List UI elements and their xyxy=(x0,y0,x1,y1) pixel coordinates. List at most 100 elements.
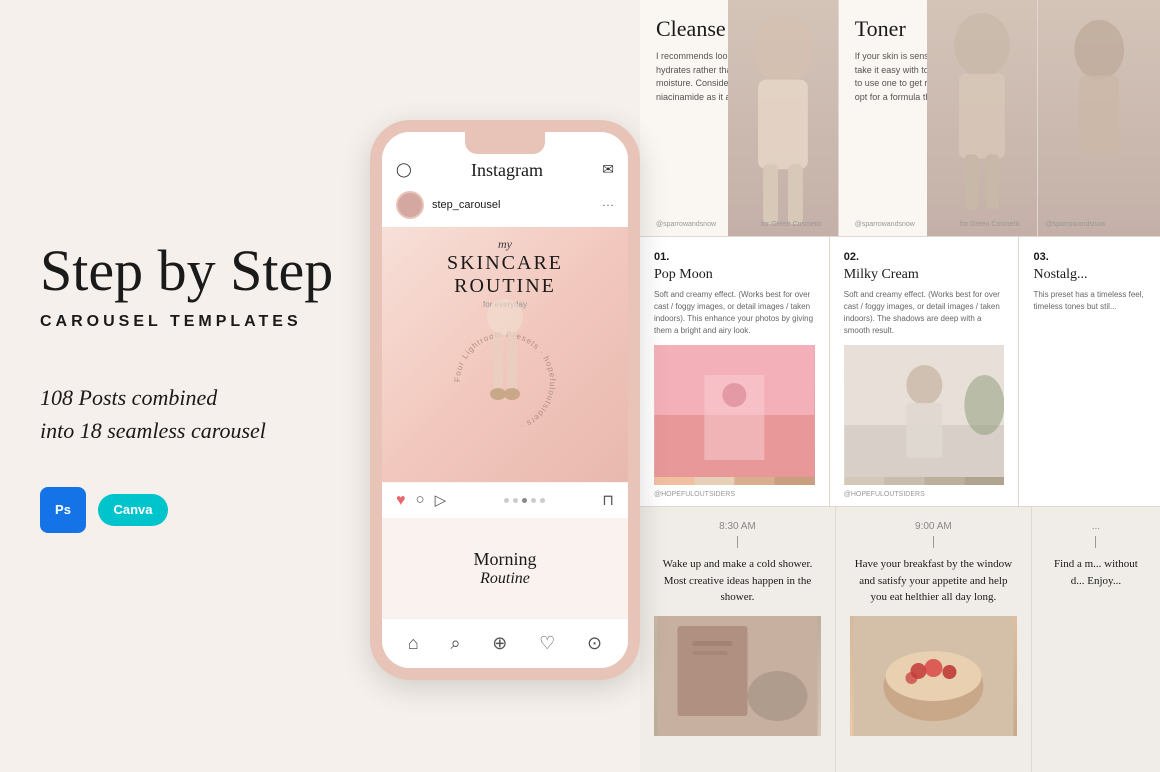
skincare-main: SKINCARE xyxy=(382,252,628,275)
right-panels: Cleanse I recommends looking for a clean… xyxy=(640,0,1160,772)
pink-room-svg xyxy=(654,345,815,485)
phone-notch xyxy=(465,132,545,154)
person-shape-3 xyxy=(1038,0,1160,236)
pink-room-bg xyxy=(654,345,815,485)
posts-info: 108 Posts combined into 18 seamless caro… xyxy=(40,381,360,447)
share-icon[interactable]: ▷ xyxy=(435,491,447,510)
presets-row: 01. Pop Moon Soft and creamy effect. (Wo… xyxy=(640,237,1160,507)
profile-options-icon[interactable]: ··· xyxy=(602,198,614,213)
toner-card: Toner If your skin is sensitive, I think… xyxy=(839,0,1038,236)
bookmark-icon[interactable]: ⊓ xyxy=(602,491,614,510)
pop-moon-card: 01. Pop Moon Soft and creamy effect. (Wo… xyxy=(640,237,830,506)
phone-inner: ◯ Instagram ✉ step_carousel ··· my SKINC… xyxy=(382,132,628,668)
profile-icon[interactable]: ⊙ xyxy=(587,633,602,654)
search-icon[interactable]: ⌕ xyxy=(450,633,460,654)
white-room-svg xyxy=(844,345,1005,485)
profile-name: step_carousel xyxy=(432,199,501,211)
phone-nav: ⌂ ⌕ ⊕ ♡ ⊙ xyxy=(382,618,628,668)
morning-text-830: Wake up and make a cold shower. Most cre… xyxy=(654,556,821,606)
time-divider-1 xyxy=(737,536,738,548)
home-icon[interactable]: ⌂ xyxy=(408,633,419,654)
left-panel: Step by Step CAROUSEL TEMPLATES 108 Post… xyxy=(0,0,390,772)
preset-3-title: Nostalg... xyxy=(1033,267,1146,283)
book-bg xyxy=(654,616,821,736)
phone-actions: ♥ ○ ▷ ⊓ xyxy=(382,482,628,518)
time-830: 8:30 AM xyxy=(654,521,821,532)
illustration xyxy=(455,297,555,422)
carousel-subtitle: CAROUSEL TEMPLATES xyxy=(40,313,360,331)
cleanse-footer: @sparrowandsnow for Green Cosmetic xyxy=(656,221,822,228)
canva-badge: Canva xyxy=(98,494,168,526)
breakfast-bg xyxy=(850,616,1017,736)
skincare-routine: ROUTINE xyxy=(382,275,628,298)
comment-icon[interactable]: ○ xyxy=(416,492,425,509)
dot-3 xyxy=(522,498,527,503)
instagram-logo: Instagram xyxy=(471,160,543,181)
white-room-bg xyxy=(844,345,1005,485)
dot-1 xyxy=(504,498,509,503)
breakfast-svg xyxy=(850,616,1017,736)
morning-image-830 xyxy=(654,616,821,736)
nostalgia-card: 03. Nostalg... This preset has a timeles… xyxy=(1019,237,1160,506)
time-900: 9:00 AM xyxy=(850,521,1017,532)
action-left: ♥ ○ ▷ xyxy=(396,491,446,510)
preset-2-title: Milky Cream xyxy=(844,267,1005,283)
cleanse-image xyxy=(728,0,838,236)
add-icon[interactable]: ⊕ xyxy=(492,633,507,654)
toner-image xyxy=(927,0,1037,236)
cleanse-footer-right: for Green Cosmetic xyxy=(761,221,822,228)
instagram-send-icon: ✉ xyxy=(602,162,614,179)
preset-1-text: Soft and creamy effect. (Works best for … xyxy=(654,289,815,337)
profile-avatar xyxy=(396,191,424,219)
posts-line1: 108 Posts combined xyxy=(40,385,217,410)
person-svg-1 xyxy=(728,0,838,236)
preset-3-number: 03. xyxy=(1033,251,1146,263)
dot-5 xyxy=(540,498,545,503)
cleanse-card: Cleanse I recommends looking for a clean… xyxy=(640,0,839,236)
preset-3-text: This preset has a timeless feel, timeles… xyxy=(1033,289,1146,313)
preset-2-text: Soft and creamy effect. (Works best for … xyxy=(844,289,1005,337)
book-svg xyxy=(654,616,821,736)
third-skincare-card: @sparrowandsnow xyxy=(1038,0,1160,236)
preset-1-number: 01. xyxy=(654,251,815,263)
morning-900-card: 9:00 AM Have your breakfast by the windo… xyxy=(836,507,1032,772)
preset-2-footer: @HOPEFULOUTSIDERS xyxy=(844,491,925,498)
morning-text-900: Have your breakfast by the window and sa… xyxy=(850,556,1017,606)
toner-footer-right: for Green Cosmetic xyxy=(960,221,1021,228)
morning-text-third: Find a m... without d... Enjoy... xyxy=(1046,556,1146,589)
morning-830-card: 8:30 AM Wake up and make a cold shower. … xyxy=(640,507,836,772)
third-card-image xyxy=(1038,0,1160,236)
main-title: Step by Step xyxy=(40,239,360,303)
heart-icon[interactable]: ♥ xyxy=(396,492,406,510)
preset-1-footer: @HOPEFULOUTSIDERS xyxy=(654,491,735,498)
third-card-footer: @sparrowandsnow xyxy=(1046,221,1106,228)
cleanse-footer-left: @sparrowandsnow xyxy=(656,221,716,228)
time-divider-3 xyxy=(1095,536,1096,548)
person-svg-3 xyxy=(1038,0,1160,236)
ps-badge: Ps xyxy=(40,487,86,533)
phone-main-content: my SKINCARE ROUTINE for everyday xyxy=(382,227,628,482)
dots-indicator xyxy=(504,498,545,503)
profile-bar: step_carousel ··· xyxy=(382,187,628,227)
person-shape-1 xyxy=(728,0,838,236)
heart-nav-icon[interactable]: ♡ xyxy=(539,633,555,654)
preset-1-title: Pop Moon xyxy=(654,267,815,283)
time-divider-2 xyxy=(933,536,934,548)
toner-footer-left: @sparrowandsnow xyxy=(855,221,915,228)
morning-image-900 xyxy=(850,616,1017,736)
morning-title: Morning xyxy=(474,549,537,570)
morning-subtitle: Routine xyxy=(480,570,530,588)
preset-1-image xyxy=(654,345,815,485)
person-shape-2 xyxy=(927,0,1037,236)
person-svg-2 xyxy=(927,0,1037,236)
skincare-my: my xyxy=(382,237,628,252)
toner-footer: @sparrowandsnow for Green Cosmetic xyxy=(855,221,1021,228)
preset-2-number: 02. xyxy=(844,251,1005,263)
morning-row: 8:30 AM Wake up and make a cold shower. … xyxy=(640,507,1160,772)
dot-4 xyxy=(531,498,536,503)
posts-line2: into 18 seamless carousel xyxy=(40,418,266,443)
dot-2 xyxy=(513,498,518,503)
preset-2-image xyxy=(844,345,1005,485)
phone-frame: ◯ Instagram ✉ step_carousel ··· my SKINC… xyxy=(370,120,640,680)
time-third: ... xyxy=(1046,521,1146,532)
